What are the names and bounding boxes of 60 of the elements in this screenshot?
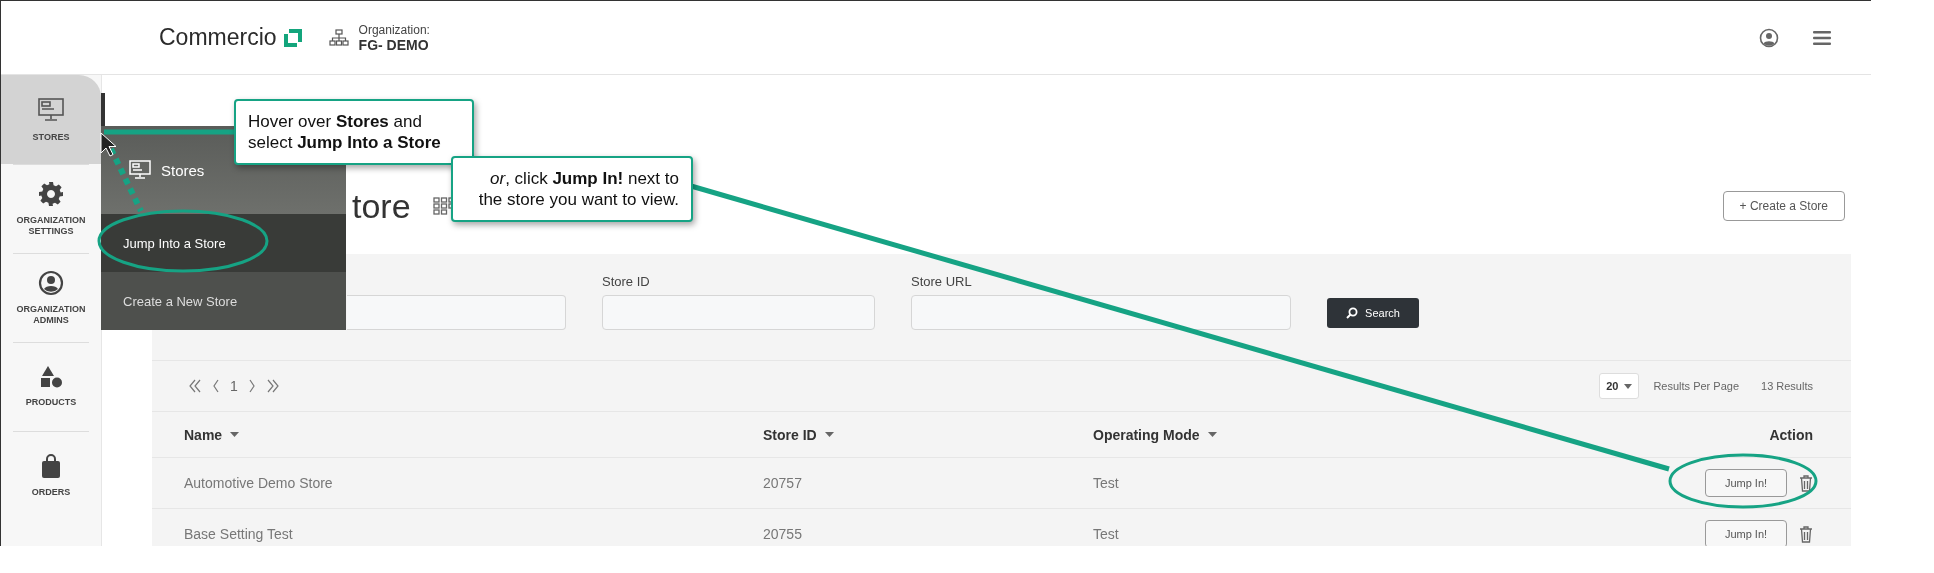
callout-note: Hover over Stores and select Jump Into a Store (234, 99, 474, 165)
jump-in-button[interactable]: Jump In! (1705, 469, 1787, 497)
organization-label: Organization: (358, 22, 430, 37)
first-page-icon[interactable] (188, 378, 202, 394)
jump-in-button[interactable]: Jump In! (1705, 520, 1787, 546)
sort-caret-icon[interactable] (230, 432, 240, 437)
sidebar-item[interactable]: PRODUCTS (1, 342, 101, 431)
search-icon (1346, 307, 1359, 319)
field-label: Store ID (602, 274, 651, 289)
table-cell: Automotive Demo Store (184, 475, 333, 491)
table-cell: Test (1093, 526, 1119, 542)
table-cell: Test (1093, 475, 1119, 491)
column-header[interactable]: Store ID (763, 426, 817, 443)
shopping-bag-icon (40, 453, 62, 479)
input-field[interactable] (911, 295, 1291, 330)
sidebar-item[interactable]: STORES (1, 75, 101, 164)
cursor-icon (100, 132, 117, 157)
page-title: tore (352, 186, 411, 226)
sidebar-item[interactable]: ORGANIZATION ADMINS (1, 253, 101, 342)
shapes-icon (39, 365, 63, 389)
hierarchy-icon (328, 28, 349, 47)
dotted-connector (108, 147, 144, 213)
column-header[interactable]: Name (184, 426, 223, 443)
sidebar-item[interactable]: ORDERS (1, 431, 101, 520)
menu-icon[interactable] (1813, 29, 1831, 46)
next-page-icon[interactable] (247, 378, 256, 394)
caret-icon (1624, 383, 1633, 389)
field-label: Store URL (911, 274, 973, 289)
logo: Commercio (159, 24, 277, 51)
flyout-title: Stores (161, 161, 205, 179)
logo-mark-icon (282, 27, 303, 48)
column-header[interactable]: Operating Mode (1093, 426, 1200, 443)
page-size-select[interactable]: 20 (1599, 373, 1640, 399)
last-page-icon[interactable] (265, 378, 280, 394)
column-header: Action (1769, 426, 1813, 443)
previous-page-icon[interactable] (212, 378, 220, 394)
results-count: 13 Results (1761, 380, 1813, 392)
flyout-menu-item[interactable]: Jump Into a Store (101, 214, 346, 272)
sidebar-item[interactable]: ORGANIZATION SETTINGS (1, 164, 101, 253)
flyout-menu-item[interactable]: Create a New Store (101, 272, 346, 330)
table-cell: 20755 (763, 526, 802, 542)
monitor-icon (37, 96, 65, 124)
trash-icon[interactable] (1799, 474, 1813, 492)
user-account-icon[interactable] (1759, 27, 1779, 48)
table-cell: Base Setting Test (184, 526, 293, 542)
input-field[interactable] (347, 295, 566, 330)
create-store-button[interactable]: + Create a Store (1722, 191, 1845, 221)
sort-caret-icon[interactable] (824, 432, 834, 437)
user-icon (38, 269, 64, 296)
input-field[interactable] (602, 295, 875, 330)
gear-icon (38, 180, 64, 207)
table-cell: 20757 (763, 475, 802, 491)
monitor-icon (129, 160, 151, 180)
organization-name: FG- DEMO (358, 36, 430, 53)
page-number[interactable]: 1 (230, 378, 238, 394)
sort-caret-icon[interactable] (1207, 432, 1217, 437)
callout-note: or, click Jump In! next to the store you want to view. (451, 156, 693, 222)
page-size-label: Results Per Page (1653, 380, 1739, 392)
trash-icon[interactable] (1799, 525, 1813, 543)
search-button[interactable]: Search (1327, 298, 1419, 328)
